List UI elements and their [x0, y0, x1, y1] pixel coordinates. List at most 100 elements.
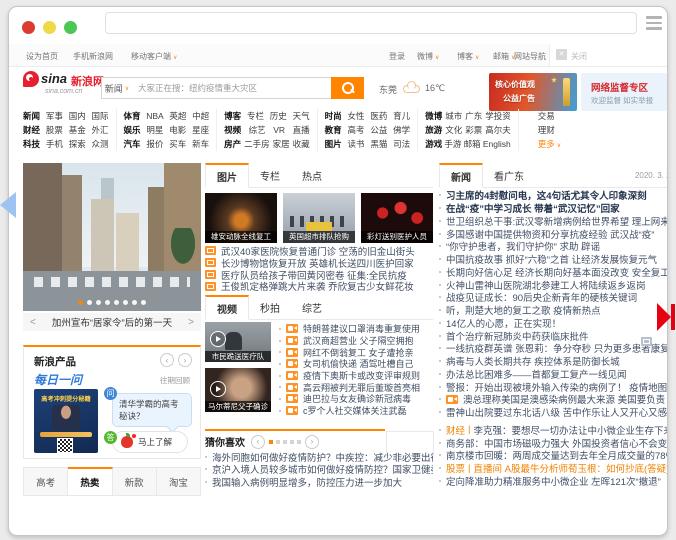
list-item[interactable]: 武汉40家医院恢复普通门诊 空荡的旧金山街头: [205, 245, 433, 257]
nav-link[interactable]: 基金: [69, 124, 86, 136]
tab-pictures[interactable]: 图片: [205, 163, 249, 188]
list-item[interactable]: 疫情下奥斯卡或改变评审规则: [279, 370, 433, 382]
nav-link[interactable]: 彩票: [465, 124, 482, 136]
nav-link[interactable]: 公益: [370, 124, 387, 136]
nav-link[interactable]: 外汇: [92, 124, 109, 136]
nav-link[interactable]: 军事: [46, 110, 63, 122]
search-category-select[interactable]: 新闻∨: [101, 77, 133, 99]
promo-card[interactable]: 高考冲刺提分秘籍: [34, 389, 98, 453]
nav-link[interactable]: 游戏: [425, 138, 442, 150]
mobile-site-link[interactable]: 手机新浪网: [73, 51, 113, 62]
section-tag[interactable]: 股票: [446, 462, 465, 475]
list-item[interactable]: 长沙博物馆恢复开放 英雄机长送四川医护回家: [205, 257, 433, 269]
news-item[interactable]: 股票|直播间 A股最牛分析师荀玉根：如何抄底(答疑): [439, 462, 668, 475]
thumbnail[interactable]: 彩灯送别医护人员: [361, 193, 433, 243]
nav-link[interactable]: NBA: [146, 111, 163, 121]
news-item[interactable]: 世卫组织总干事:武汉零新增病例给世界希望 理上网来: [439, 215, 668, 228]
nav-link[interactable]: 股票: [46, 124, 63, 136]
video-thumbnail[interactable]: 市民跪送医疗队: [205, 322, 271, 362]
weather-city[interactable]: 东莞: [379, 83, 397, 96]
nav-link[interactable]: 收藏: [293, 138, 310, 150]
browser-menu-icon[interactable]: [646, 16, 662, 30]
nav-link[interactable]: 博客: [224, 110, 241, 122]
nav-link[interactable]: 科技: [23, 138, 40, 150]
carousel-caption[interactable]: 加州宣布“居家令”后的第一天: [43, 315, 181, 329]
nav-more-link[interactable]: 更多∨: [538, 138, 561, 150]
tab-hot[interactable]: 热点: [291, 163, 333, 187]
video-thumbnail[interactable]: 马尔蒂尼父子确诊: [205, 368, 271, 412]
nav-link[interactable]: 理财: [538, 124, 555, 136]
mobile-app-link[interactable]: 移动客户端∨: [131, 51, 177, 62]
tab-video[interactable]: 视频: [205, 295, 249, 320]
news-item[interactable]: 商务部：中国市场磁吸力强大 外国投资者信心不会变: [439, 436, 668, 449]
nav-link[interactable]: 图片: [325, 138, 342, 150]
list-item[interactable]: 网红不倒翁复工 女子遭抢亲: [279, 346, 433, 358]
maximize-window-button[interactable]: [64, 21, 77, 34]
list-item[interactable]: 特朗普建议口罩消毒重复使用: [279, 323, 433, 335]
news-item[interactable]: 雷神山出院要过东北话八级 苦中作乐让人又开心又感动: [439, 406, 668, 419]
login-link[interactable]: 登录: [389, 51, 405, 62]
nav-link[interactable]: 众测: [92, 138, 109, 150]
nav-link[interactable]: 旅游: [425, 124, 442, 136]
set-home-link[interactable]: 设为首页: [26, 51, 58, 62]
news-item[interactable]: 财经|李克强：要想尽一切办法让中小微企业生存下来: [439, 424, 668, 437]
nav-link[interactable]: 城市: [445, 110, 462, 122]
nav-link[interactable]: 家居: [273, 138, 290, 150]
news-item[interactable]: 习主席的4封慰问电，这4句话尤其令人印象深刻: [439, 189, 668, 202]
news-item[interactable]: “你守护患者，我们守护你” 求助 辟谣: [439, 240, 668, 253]
nav-link[interactable]: 新闻: [23, 110, 40, 122]
nav-link[interactable]: 星座: [192, 124, 209, 136]
news-item[interactable]: 在战“疫”中学习成长 带着“武汉记忆”回家: [439, 202, 668, 215]
nav-link[interactable]: 微博: [425, 110, 442, 122]
search-button[interactable]: [331, 77, 364, 99]
nav-link[interactable]: 直播: [293, 124, 310, 136]
news-item[interactable]: 中国抗疫故事 抓好“六稳”之首 让经济发展恢复元气: [439, 253, 668, 266]
nav-link[interactable]: 综艺: [249, 124, 266, 136]
tab-taobao[interactable]: 淘宝: [157, 468, 200, 495]
list-item[interactable]: c罗个人社交媒体关注武磊: [279, 405, 433, 417]
nav-link[interactable]: 新车: [192, 138, 209, 150]
tab-miaopai[interactable]: 秒拍: [249, 295, 291, 319]
nav-link[interactable]: 中超: [192, 110, 209, 122]
list-item[interactable]: 京沪入境人员较多城市如何做好疫情防控？国家卫健委: [205, 463, 433, 475]
carousel-prev-button[interactable]: <: [23, 317, 43, 328]
news-item[interactable]: 警报：开始出现被境外输入传染的病例了！ 疫情地图: [439, 380, 668, 393]
close-icon[interactable]: ✕: [556, 49, 567, 60]
nav-link[interactable]: 邮箱: [464, 138, 481, 150]
answer-button[interactable]: 马上了解: [112, 431, 188, 453]
nav-link[interactable]: 电影: [169, 124, 186, 136]
sitemap-link[interactable]: 网站导航: [514, 51, 546, 62]
nav-link[interactable]: VR: [273, 125, 285, 135]
photo-carousel[interactable]: [23, 163, 201, 311]
news-item[interactable]: 14亿人的心愿，正在实现！: [439, 317, 668, 330]
news-item[interactable]: 澳总理称美国是澳感染病例最大来源 美国要负责: [439, 393, 668, 406]
list-item[interactable]: 我国输入病例明显增多，防控压力进一步加大: [205, 476, 433, 488]
minimize-window-button[interactable]: [43, 21, 56, 34]
news-item[interactable]: 战疫见证成长：90后央企新青年的硬核关键词: [439, 291, 668, 304]
nav-link[interactable]: 英超: [169, 110, 186, 122]
list-item[interactable]: 武汉商超营业 父子隔空拥抱: [279, 335, 433, 347]
nav-link[interactable]: 二手房: [244, 138, 270, 150]
nav-link[interactable]: 佛学: [393, 124, 410, 136]
tab-variety[interactable]: 综艺: [291, 295, 333, 319]
news-item[interactable]: 首个治疗新冠肺炎中药获临床批件: [439, 329, 668, 342]
nav-link[interactable]: 黑猫: [370, 138, 387, 150]
carousel-next-button[interactable]: >: [181, 317, 201, 328]
list-item[interactable]: 高云翔被判无罪后董璇首亮相: [279, 381, 433, 393]
list-item[interactable]: 海外同胞如何做好疫情防护？中疾控：减少非必要出行: [205, 451, 433, 463]
list-item[interactable]: 王俊凯定格弹跳大片来袭 乔欣复古少女鲜花妆: [205, 280, 433, 292]
tab-guangdong[interactable]: 看广东: [483, 163, 535, 187]
close-window-button[interactable]: [22, 21, 35, 34]
products-prev-button[interactable]: ‹: [160, 353, 174, 367]
tab-new[interactable]: 新款: [113, 468, 157, 495]
list-item[interactable]: 迪巴拉与女友确诊新冠病毒: [279, 393, 433, 405]
sina-logo-icon[interactable]: [23, 71, 39, 87]
news-item[interactable]: 病毒与人类长期共存 疾控体系是防御长城: [439, 355, 668, 368]
nav-link[interactable]: 读书: [347, 138, 364, 150]
nav-link[interactable]: 育儿: [393, 110, 410, 122]
nav-link[interactable]: 买车: [169, 138, 186, 150]
nav-link[interactable]: 文化: [445, 124, 462, 136]
thumbnail[interactable]: 英国超市排队抢购: [283, 193, 355, 243]
nav-link[interactable]: 教育: [325, 124, 342, 136]
news-item[interactable]: 听，荆楚大地的复工之歌 疫情新热点: [439, 304, 668, 317]
